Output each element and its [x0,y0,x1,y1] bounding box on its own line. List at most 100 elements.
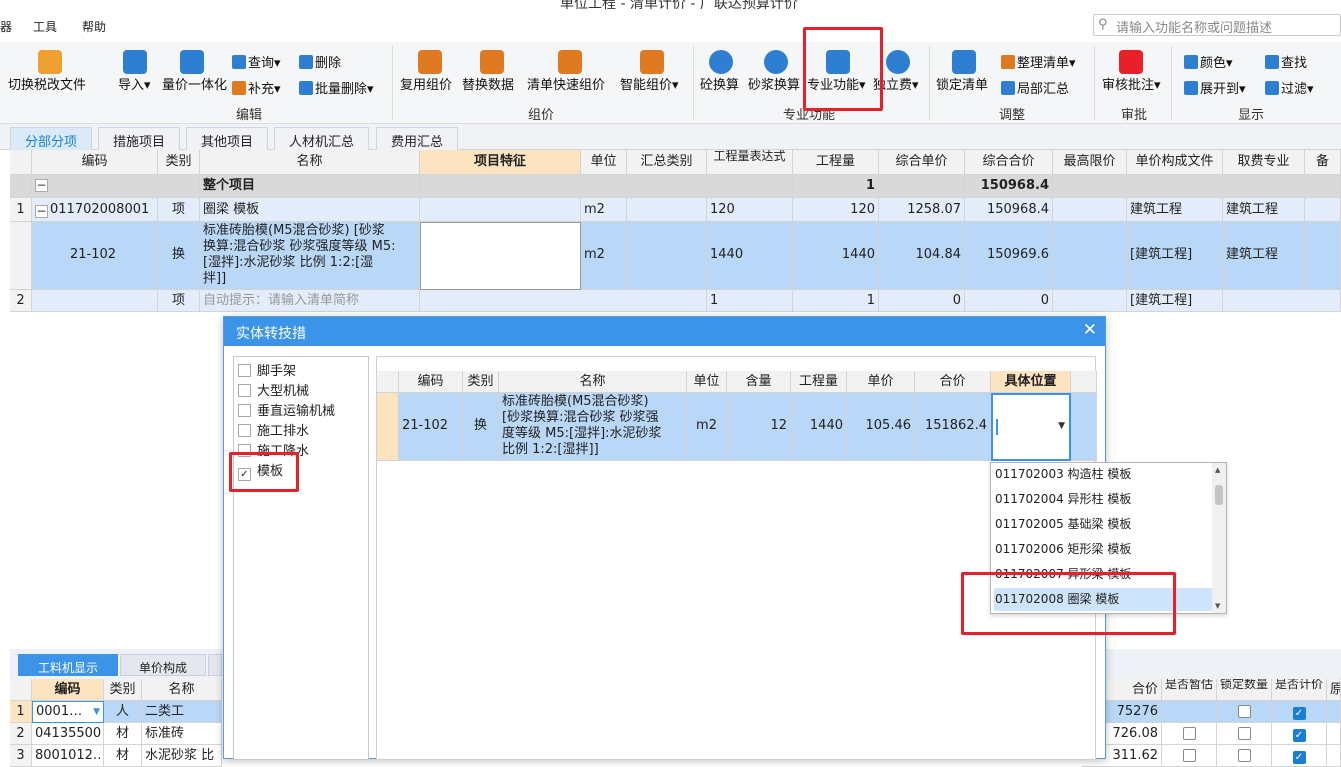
menu-item-tools[interactable]: 工具 [33,18,57,35]
dlg-col-sum[interactable]: 合价 [915,371,991,393]
col-extra[interactable]: 备 [1305,150,1341,175]
estimated-checkbox[interactable] [1182,727,1196,740]
col-fee-major[interactable]: 取费专业 [1223,150,1305,175]
query-button[interactable]: 查询▾ [232,52,281,71]
lock-qty-checkbox[interactable] [1237,705,1251,718]
category-dewatering[interactable]: 施工降水 [238,440,309,460]
lock-qty-checkbox[interactable] [1237,727,1251,740]
location-combo[interactable]: ▼ [991,393,1071,461]
dlg-col-location[interactable]: 具体位置 [991,371,1071,393]
category-large-machinery[interactable]: 大型机械 [238,380,309,400]
dropdown-option-selected[interactable]: 011702008 圈梁 模板 [994,588,1212,611]
col-summary-type[interactable]: 汇总类别 [627,150,707,175]
dlg-col-code[interactable]: 编码 [399,371,463,393]
tab-cost-summary[interactable]: 费用汇总 [376,127,459,150]
col-name[interactable]: 名称 [200,150,420,175]
category-drainage[interactable]: 施工排水 [238,420,309,440]
priced-checkbox[interactable]: ✓ [1292,751,1306,764]
close-icon[interactable]: ✕ [1083,320,1097,340]
dropdown-option[interactable]: 011702006 矩形梁 模板 [994,538,1131,561]
bottom-col-lock-qty[interactable]: 锁定数量 [1217,679,1272,701]
bottom-col-name[interactable]: 名称 [142,679,222,701]
mortar-calc-button[interactable]: 砂浆换算 [748,74,800,93]
tax-switch-button[interactable]: 切换税改文件 [8,74,86,93]
supplement-button[interactable]: 补充▾ [232,78,281,97]
smart-pricing-button[interactable]: 智能组价▾ [620,74,679,93]
search-icon: ⚲ [1098,17,1108,32]
batch-delete-button[interactable]: 批量删除▾ [299,78,374,97]
col-max-price[interactable]: 最高限价 [1053,150,1127,175]
quick-pricing-button[interactable]: 清单快速组价 [527,74,605,93]
dlg-col-qty[interactable]: 工程量 [791,371,847,393]
tab-measures[interactable]: 措施项目 [98,127,181,150]
priced-checkbox[interactable]: ✓ [1292,729,1306,742]
bottom-col-orig[interactable]: 原 [1327,679,1341,701]
col-qty-expr[interactable]: 工程量表达式 [707,150,793,175]
menu-item-tools-partial[interactable]: 器 [0,18,12,35]
quick-pricing-icon [558,50,582,74]
dropdown-arrow-icon: ▼ [93,707,100,717]
dropdown-option[interactable]: 011702005 基础梁 模板 [994,513,1131,536]
lock-list-button[interactable]: 锁定清单 [936,74,988,93]
organize-list-button[interactable]: 整理清单▾ [1001,52,1076,71]
reuse-pricing-button[interactable]: 复用组价 [400,74,452,93]
find-button[interactable]: 查找 [1265,52,1307,71]
filter-button[interactable]: 过滤▾ [1265,78,1314,97]
tab-labor-material-display[interactable]: 工料机显示 [18,654,118,676]
standalone-fee-button[interactable]: 独立费▾ [873,74,919,93]
estimated-checkbox[interactable] [1182,749,1196,762]
qty-price-button[interactable]: 量价一体化 [162,74,227,93]
dlg-col-price[interactable]: 单价 [847,371,915,393]
col-code[interactable]: 编码 [32,150,158,175]
category-vertical-transport[interactable]: 垂直运输机械 [238,400,335,420]
col-type[interactable]: 类别 [158,150,200,175]
dlg-col-unit[interactable]: 单位 [687,371,727,393]
tab-partial-items[interactable]: 分部分项 [10,127,93,150]
replace-data-button[interactable]: 替换数据 [462,74,514,93]
col-unit-price[interactable]: 综合单价 [879,150,965,175]
dropdown-scrollbar[interactable]: ▲ ▼ [1212,463,1226,613]
priced-checkbox[interactable]: ✓ [1292,707,1306,720]
delete-button[interactable]: 删除 [299,52,341,71]
color-button[interactable]: 颜色▾ [1184,52,1233,71]
feature-edit-cell[interactable] [420,222,581,290]
dialog-header[interactable]: 实体转技措 ✕ [224,317,1105,346]
dropdown-option[interactable]: 011702007 异形梁 模板 [994,563,1131,586]
review-comment-button[interactable]: 审核批注▾ [1102,74,1161,93]
tab-other-items[interactable]: 其他项目 [186,127,269,150]
partial-summary-icon [1001,81,1015,95]
lock-qty-checkbox[interactable] [1237,749,1251,762]
dlg-col-name[interactable]: 名称 [499,371,687,393]
standalone-fee-icon [886,50,910,74]
dlg-col-type[interactable]: 类别 [463,371,499,393]
menu-item-help[interactable]: 帮助 [82,18,106,35]
col-feature[interactable]: 项目特征 [420,150,581,175]
category-formwork[interactable]: ✓ 模板 [238,460,283,481]
search-box[interactable]: ⚲ 请输入功能名称或问题描述 [1093,14,1341,36]
bottom-col-priced[interactable]: 是否计价 [1272,679,1327,701]
binoculars-icon [1265,55,1279,69]
import-button[interactable]: 导入▾ [118,74,151,93]
category-scaffold[interactable]: 脚手架 [238,360,296,380]
col-qty[interactable]: 工程量 [793,150,879,175]
search-input[interactable]: 请输入功能名称或问题描述 [1116,17,1272,36]
expand-to-button[interactable]: 展开到▾ [1184,78,1246,97]
tab-price-composition[interactable]: 单价构成 [120,654,206,676]
dlg-col-content[interactable]: 含量 [727,371,791,393]
collapse-toggle-icon[interactable]: − [35,179,48,192]
concrete-calc-button[interactable]: 砼换算 [700,74,739,93]
col-total[interactable]: 综合合价 [965,150,1053,175]
dlg-name-cell: 标准砖胎模(M5混合砂浆) [砂浆换算:混合砂浆 砂浆强 度等级 M5:[湿拌]:水… [499,393,687,461]
dropdown-option[interactable]: 011702003 构造柱 模板 [994,463,1131,486]
dropdown-option[interactable]: 011702004 异形柱 模板 [994,488,1131,511]
special-function-button[interactable]: 专业功能▾ [807,74,866,93]
code-combo[interactable]: 0001… ▼ [32,701,104,723]
bottom-col-code[interactable]: 编码 [32,679,104,701]
collapse-toggle-icon[interactable]: − [35,205,48,218]
bottom-col-type[interactable]: 类别 [104,679,142,701]
tab-labor-material-summary[interactable]: 人材机汇总 [274,127,370,150]
col-price-file[interactable]: 单价构成文件 [1127,150,1223,175]
col-unit[interactable]: 单位 [581,150,627,175]
partial-summary-button[interactable]: 局部汇总 [1001,78,1069,97]
bottom-col-estimated[interactable]: 是否暂估 [1162,679,1217,701]
